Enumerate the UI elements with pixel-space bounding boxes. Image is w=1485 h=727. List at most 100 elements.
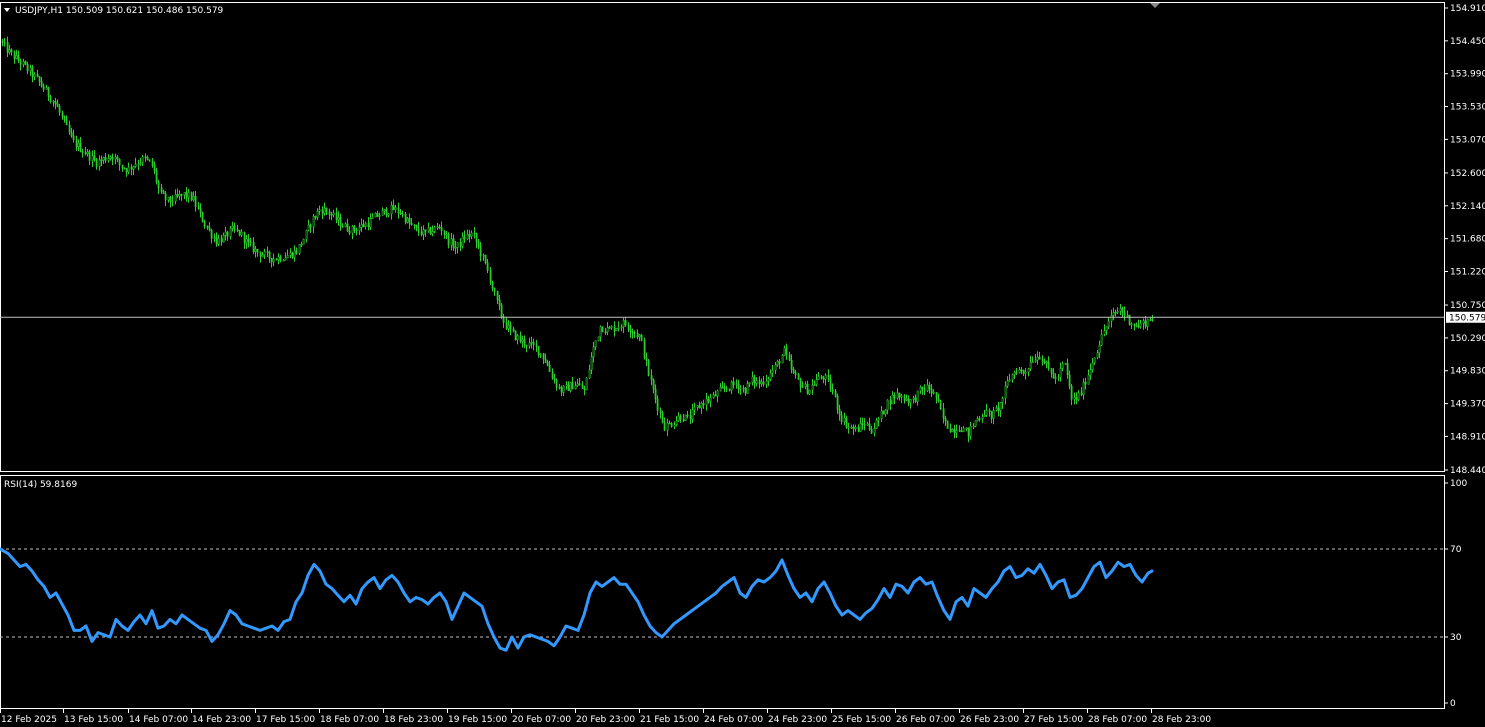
candle-body [705,398,708,406]
candle-body [302,238,305,245]
candle-body [8,49,11,53]
candle-body [394,207,397,211]
candle-body [100,159,103,162]
candle-body [222,235,225,243]
candle-body [376,212,379,217]
candle-body [213,237,216,239]
candle-body [277,256,280,261]
candle-body [978,418,981,420]
candle-body [693,407,696,411]
candle-body [955,430,958,434]
rsi-axis-label: 70 [1450,545,1462,555]
candle-body [588,369,591,379]
candle-body [305,229,308,240]
candle-body [675,420,678,426]
candle-body [1116,311,1119,313]
candle-body [1107,320,1110,328]
candle-body [279,256,282,262]
candle-body [169,196,172,203]
candle-body [530,341,533,344]
candle-body [1045,361,1048,364]
candle-body [401,213,404,216]
candle-body [507,324,510,329]
price-axis-label: 151.680 [1450,235,1485,245]
time-axis-label: 19 Feb 15:00 [448,715,507,725]
candle-body [544,358,547,363]
candle-body [275,258,278,261]
candle-body [321,209,324,214]
candle-body [735,383,738,386]
candle-body [130,166,133,170]
time-axis-label: 18 Feb 07:00 [320,715,379,725]
candle-body [3,41,6,44]
candle-body [289,252,292,256]
candle-body [229,228,232,237]
candle-body [397,207,400,214]
candle-body [778,361,781,364]
candle-body [880,410,883,419]
candle-body [49,96,52,103]
candle-body [574,385,577,390]
candle-body [489,270,492,283]
candle-body [341,225,344,228]
candle-body [282,259,285,262]
candle-body [36,73,39,77]
candle-body [312,215,315,228]
candle-body [323,207,326,214]
candle-body [346,223,349,232]
candle-body [1084,381,1087,385]
candle-body [355,229,358,232]
candle-body [151,160,154,166]
candle-body [751,376,754,383]
candle-body [1011,374,1014,381]
candle-body [353,226,356,231]
candle-body [1139,323,1142,327]
candle-body [144,156,147,158]
candle-body [535,344,538,347]
candle-body [523,339,526,346]
candle-body [845,417,848,428]
candle-body [889,399,892,405]
candle-body [709,397,712,402]
candle-body [1036,356,1039,361]
candle-body [799,378,802,388]
candle-body [548,365,551,372]
candle-body [447,233,450,246]
candle-body [245,238,248,243]
candle-body [98,159,101,167]
candle-body [243,231,246,243]
candle-body [178,193,181,197]
candle-body [1110,315,1113,322]
candle-body [638,334,641,338]
candle-body [811,384,814,391]
time-axis-label: 28 Feb 23:00 [1152,715,1211,725]
candle-body [578,383,581,386]
candle-body [436,226,439,229]
candle-body [134,163,137,167]
candle-body [762,381,765,385]
candle-body [583,388,586,391]
candle-body [592,346,595,358]
candle-body [254,248,257,252]
candle-body [521,339,524,342]
candle-body [79,142,82,152]
candle-body [1135,325,1138,327]
time-axis-label: 20 Feb 23:00 [576,715,635,725]
candle-body [174,194,177,202]
candle-body [164,193,167,201]
candle-body [1041,358,1044,362]
candle-body [539,353,542,355]
candle-body [919,386,922,392]
candle-body [615,328,618,332]
candle-body [284,257,287,261]
candle-body [656,398,659,411]
candle-body [682,419,685,421]
price-axis-label: 149.830 [1450,367,1485,377]
candle-body [427,227,430,232]
candle-body [769,372,772,380]
candle-body [725,388,728,390]
candle-body [834,391,837,397]
candle-body [1018,369,1021,374]
candle-body [565,384,568,387]
candle-body [707,398,710,402]
